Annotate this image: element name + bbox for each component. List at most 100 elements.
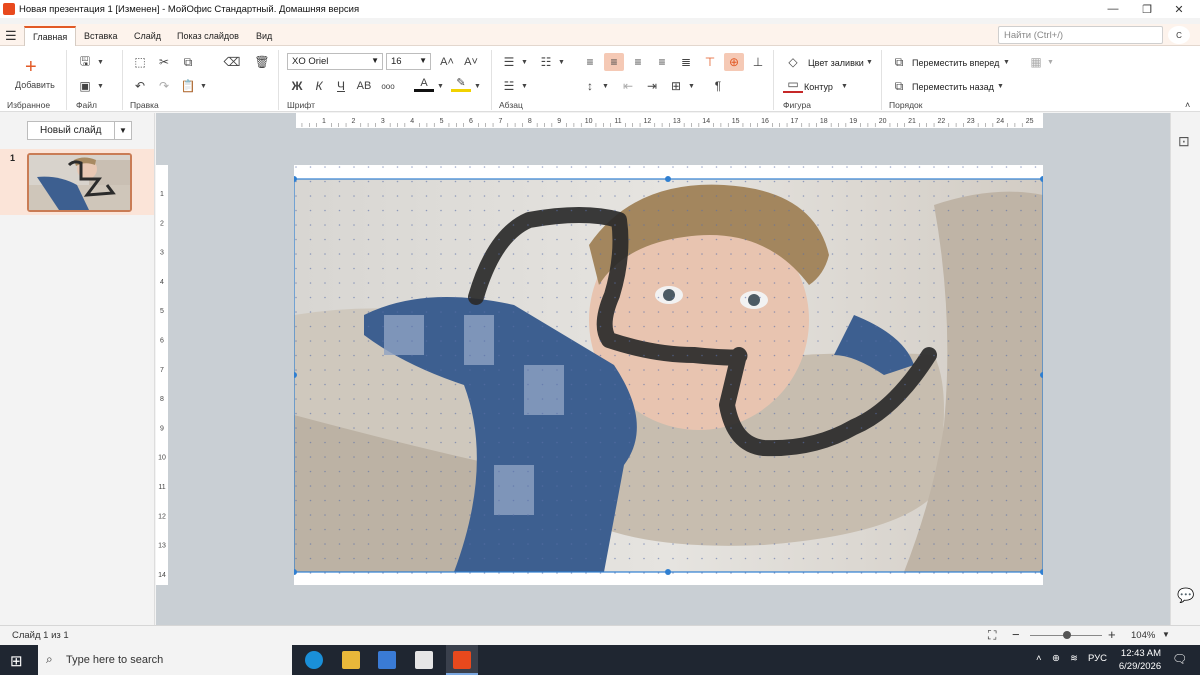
add-button[interactable]: Добавить bbox=[15, 80, 55, 90]
edge-browser-icon[interactable] bbox=[305, 651, 323, 669]
zoom-in-icon[interactable]: + bbox=[1108, 627, 1116, 642]
user-avatar[interactable]: C bbox=[1168, 26, 1190, 44]
font-name-select[interactable]: XO Oriel ▼ bbox=[287, 53, 383, 70]
align-justify-icon[interactable]: ≡ bbox=[652, 53, 672, 71]
myoffice-taskbar-button[interactable] bbox=[446, 645, 478, 675]
tab-insert[interactable]: Вставка bbox=[76, 26, 125, 46]
properties-icon[interactable]: ⊡ bbox=[1178, 133, 1190, 150]
language-indicator[interactable]: РУС bbox=[1088, 653, 1107, 664]
new-slide-label: Новый слайд bbox=[40, 125, 102, 136]
slide-thumbnail[interactable] bbox=[27, 153, 132, 212]
ruler-label: 8 bbox=[160, 396, 164, 403]
bold-button[interactable]: Ж bbox=[287, 77, 307, 95]
fill-color-button[interactable]: Цвет заливки bbox=[808, 58, 864, 68]
wifi-icon[interactable]: ≋ bbox=[1070, 653, 1078, 664]
ruler-label: 14 bbox=[702, 118, 710, 125]
clock-date[interactable]: 6/29/2026 bbox=[1115, 661, 1165, 672]
slides-panel: Новый слайд ▼ 1 bbox=[0, 113, 155, 625]
new-slide-button[interactable]: Новый слайд ▼ bbox=[27, 121, 132, 140]
numbered-list-icon[interactable]: ☷ bbox=[536, 53, 556, 71]
ruler-label: 4 bbox=[410, 118, 414, 125]
copy-icon[interactable]: ⧉ bbox=[178, 53, 198, 71]
send-backward-icon[interactable]: ⧉ bbox=[889, 77, 909, 95]
status-bar: Слайд 1 из 1 ⛶ − + 104% ▼ bbox=[0, 625, 1200, 645]
tray-chevron-up-icon[interactable]: ˄ bbox=[1036, 653, 1042, 664]
file-explorer-icon[interactable] bbox=[342, 651, 360, 669]
slide[interactable] bbox=[291, 165, 1046, 585]
close-icon[interactable]: ✕ bbox=[1164, 0, 1194, 18]
slide-thumbnail-row[interactable]: 1 bbox=[0, 149, 154, 215]
fit-to-window-icon[interactable]: ⛶ bbox=[988, 628, 996, 643]
horizontal-ruler[interactable]: 1 2 3 4 5 6 7 8 9 10 11 12 13 14 15 16 17 18 19 20 21 22 23 24 2… bbox=[296, 113, 1043, 128]
delete-icon[interactable]: 🗑 bbox=[252, 53, 272, 71]
arrange-icon[interactable]: ▦ bbox=[1026, 53, 1046, 71]
chevron-down-icon[interactable]: ▼ bbox=[114, 122, 131, 139]
outline-button[interactable]: Контур bbox=[804, 82, 833, 92]
zoom-slider[interactable] bbox=[1030, 631, 1102, 639]
align-left-icon[interactable]: ≡ bbox=[580, 53, 600, 71]
notifications-icon[interactable]: 🗨 bbox=[1172, 652, 1187, 666]
send-backward-button[interactable]: Переместить назад bbox=[912, 82, 994, 92]
hamburger-menu-icon[interactable]: ☰ bbox=[5, 28, 17, 44]
zoom-slider-thumb[interactable] bbox=[1063, 631, 1072, 639]
search-input[interactable]: Найти (Ctrl+/) bbox=[998, 26, 1163, 44]
bullet-list-icon[interactable]: ☰ bbox=[499, 53, 519, 71]
align-center-icon[interactable]: ≡ bbox=[604, 53, 624, 71]
caps-button[interactable]: AB bbox=[354, 77, 374, 95]
ruler-label: 10 bbox=[158, 455, 166, 462]
increase-indent-icon[interactable]: ⇥ bbox=[642, 77, 662, 95]
comments-icon[interactable]: 💬 bbox=[1177, 587, 1194, 604]
align-right-icon[interactable]: ≡ bbox=[628, 53, 648, 71]
vertical-ruler[interactable]: 1234567891011121314 bbox=[156, 165, 168, 585]
paste-icon[interactable]: 📋 bbox=[178, 77, 198, 95]
align-distributed-icon[interactable]: ≣ bbox=[676, 53, 696, 71]
align-top-icon[interactable]: ⊤ bbox=[700, 53, 720, 71]
bring-forward-button[interactable]: Переместить вперед bbox=[912, 58, 999, 68]
minimize-icon[interactable]: — bbox=[1098, 0, 1128, 18]
bring-forward-icon[interactable]: ⧉ bbox=[889, 53, 909, 71]
mail-icon[interactable] bbox=[415, 651, 433, 669]
decrease-font-icon[interactable]: A˅ bbox=[461, 53, 481, 71]
windows-start-icon[interactable]: ⊞ bbox=[10, 652, 23, 670]
export-icon[interactable]: ▣ bbox=[75, 77, 95, 95]
pilcrow-icon[interactable]: ¶ bbox=[708, 77, 728, 95]
collapse-ribbon-icon[interactable]: ˄ bbox=[1185, 100, 1190, 110]
clear-format-icon[interactable]: ⌫ bbox=[222, 53, 242, 71]
store-icon[interactable] bbox=[378, 651, 396, 669]
tab-view[interactable]: Вид bbox=[248, 26, 280, 46]
undo-icon[interactable]: ↶ bbox=[130, 77, 150, 95]
app-icon bbox=[3, 3, 15, 15]
align-bottom-icon[interactable]: ⊥ bbox=[748, 53, 768, 71]
save-icon[interactable]: 🖫 bbox=[75, 53, 95, 71]
underline-button[interactable]: Ч bbox=[331, 77, 351, 95]
more-font-options-button[interactable]: ооо bbox=[378, 77, 398, 95]
align-middle-icon[interactable]: ⊕ bbox=[724, 53, 744, 71]
redo-icon[interactable]: ↷ bbox=[154, 77, 174, 95]
add-icon[interactable]: + bbox=[25, 56, 37, 79]
select-area-icon[interactable]: ⬚ bbox=[130, 53, 150, 71]
outline-icon[interactable]: ▭ bbox=[783, 77, 803, 93]
fill-color-icon[interactable]: ◇ bbox=[783, 53, 803, 71]
slide-image[interactable] bbox=[291, 165, 1046, 585]
network-icon[interactable]: ⊕ bbox=[1052, 653, 1060, 664]
italic-button[interactable]: К bbox=[309, 77, 329, 95]
zoom-out-icon[interactable]: − bbox=[1012, 627, 1020, 642]
increase-font-icon[interactable]: A˄ bbox=[437, 53, 457, 71]
tab-home[interactable]: Главная bbox=[24, 26, 77, 46]
slide-number: 1 bbox=[10, 153, 16, 163]
font-size-select[interactable]: 16 ▼ bbox=[386, 53, 431, 70]
taskbar-search-input[interactable]: ⌕ Type here to search bbox=[38, 645, 292, 675]
multilevel-list-icon[interactable]: ☱ bbox=[499, 77, 519, 95]
highlight-icon[interactable]: ✎ bbox=[451, 76, 471, 92]
cut-icon[interactable]: ✂ bbox=[154, 53, 174, 71]
restore-icon[interactable]: ❐ bbox=[1132, 0, 1162, 18]
clock-time[interactable]: 12:43 AM bbox=[1120, 648, 1162, 659]
decrease-indent-icon[interactable]: ⇤ bbox=[618, 77, 638, 95]
tab-slideshow[interactable]: Показ слайдов bbox=[169, 26, 247, 46]
tab-slide[interactable]: Слайд bbox=[126, 26, 169, 46]
paragraph-spacing-icon[interactable]: ⊞ bbox=[666, 77, 686, 95]
line-spacing-icon[interactable]: ↕ bbox=[580, 77, 600, 95]
zoom-level[interactable]: 104% bbox=[1131, 630, 1155, 641]
chevron-down-icon[interactable]: ▼ bbox=[1162, 630, 1170, 639]
text-color-icon[interactable]: A bbox=[414, 76, 434, 92]
